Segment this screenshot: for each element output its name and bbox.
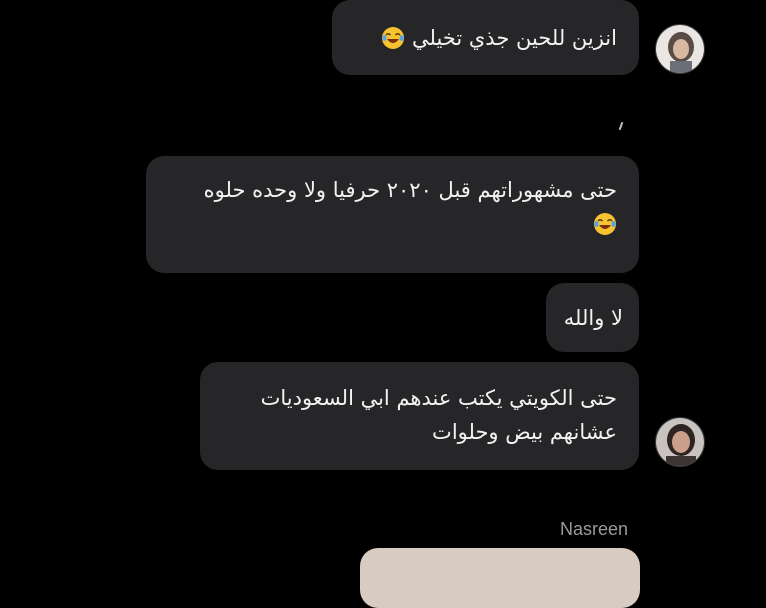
message-bubble[interactable]: لا والله [546, 283, 639, 352]
avatar[interactable] [655, 24, 705, 74]
avatar-photo [656, 25, 704, 73]
sender-name: Nasreen [559, 519, 628, 539]
read-mark [618, 121, 624, 131]
message-bubble[interactable]: حتى الكويتي يكتب عندهم ابي السعوديات عشا… [200, 362, 639, 470]
message-bubble[interactable]: حتى مشهوراتهم قبل ٢٠٢٠ حرفيا ولا وحده حل… [146, 156, 639, 273]
laughing-emoji-icon [594, 213, 616, 235]
message-text: انزين للحين جذي تخيلي [354, 21, 617, 55]
message-bubble[interactable]: انزين للحين جذي تخيلي [332, 0, 639, 75]
avatar-photo [656, 418, 704, 466]
laughing-emoji-icon [382, 27, 405, 49]
message-emoji-line [168, 207, 617, 241]
message-text: عشانهم بيض وحلوات [432, 420, 617, 444]
message-text: لا والله [563, 306, 623, 330]
message-text: حتى مشهوراتهم قبل ٢٠٢٠ حرفيا ولا وحده حل… [203, 178, 617, 202]
message-bubble-partial[interactable] [360, 548, 640, 608]
message-text: حتى الكويتي يكتب عندهم ابي السعوديات [260, 386, 617, 410]
avatar[interactable] [655, 417, 705, 467]
